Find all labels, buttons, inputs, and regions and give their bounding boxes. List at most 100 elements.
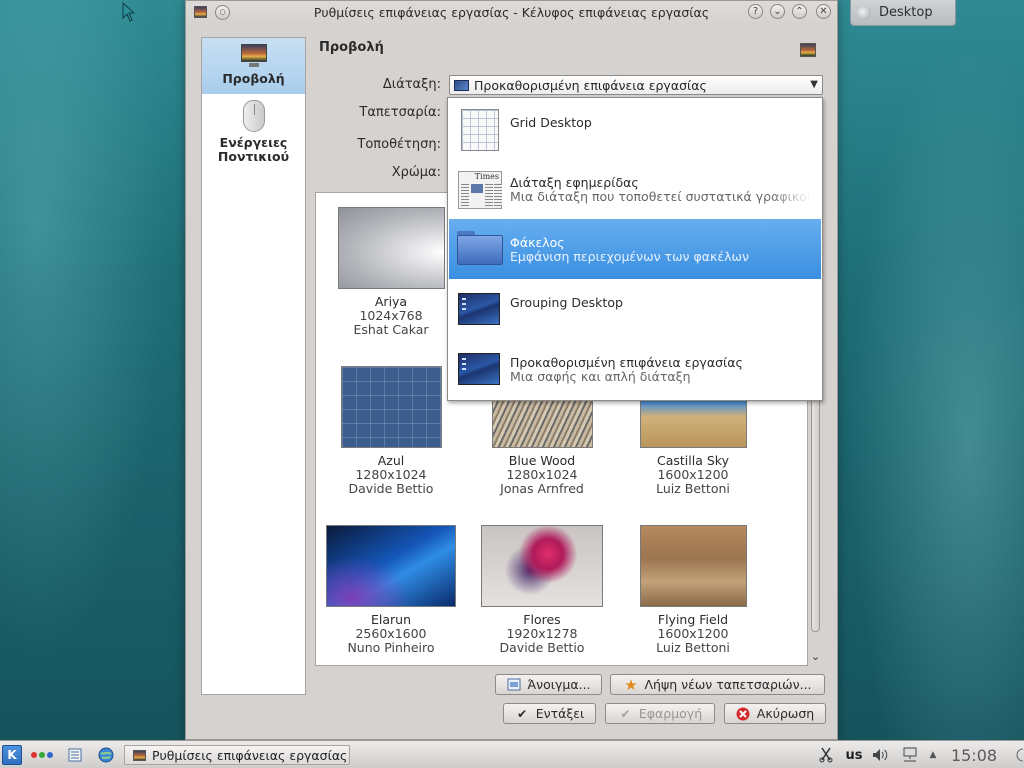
open-wallpaper-button[interactable]: Άνοιγμα... bbox=[495, 674, 602, 695]
open-button-label: Άνοιγμα... bbox=[527, 677, 591, 692]
wallpaper-name: Ariya bbox=[374, 294, 408, 309]
wallpaper-size: 2560x1600 bbox=[355, 626, 427, 641]
sidebar-item-label: Προβολή bbox=[222, 71, 285, 86]
option-title: Διάταξη εφημερίδας bbox=[510, 175, 639, 190]
newspaper-icon-text: Times bbox=[474, 172, 499, 181]
scissors-icon[interactable] bbox=[816, 745, 836, 765]
wallpaper-thumbnail bbox=[337, 207, 445, 289]
desktop-widget-icon bbox=[857, 5, 871, 20]
wallpaper-author: Jonas Arnfred bbox=[500, 481, 584, 496]
wallpaper-item-flores[interactable]: Flores 1920x1278 Davide Bettio bbox=[467, 525, 617, 655]
page-title: Προβολή bbox=[319, 40, 384, 55]
wallpaper-author: Luiz Bettoni bbox=[656, 640, 730, 655]
wallpaper-thumbnail bbox=[481, 525, 603, 607]
color-label: Χρώμα: bbox=[391, 165, 441, 180]
settings-sidebar: Προβολή Ενέργειες Ποντικιού bbox=[201, 37, 306, 695]
clock[interactable]: 15:08 bbox=[946, 745, 1002, 765]
task-app-icon bbox=[133, 749, 146, 761]
wallpaper-item-elarun[interactable]: Elarun 2560x1600 Nuno Pinheiro bbox=[316, 525, 466, 655]
wallpaper-thumbnail bbox=[340, 366, 442, 448]
window-app-icon[interactable] bbox=[194, 6, 207, 18]
option-description: Μια σαφής και απλή διάταξη bbox=[510, 369, 691, 384]
wallpaper-author: Nuno Pinheiro bbox=[347, 640, 435, 655]
option-title: Προκαθορισμένη επιφάνεια εργασίας bbox=[510, 355, 743, 370]
newspaper-icon: Times bbox=[458, 171, 502, 209]
monitor-icon bbox=[240, 44, 268, 68]
wallpaper-author: Davide Bettio bbox=[499, 640, 585, 655]
page-header-icon bbox=[800, 43, 816, 57]
tray-expand-icon[interactable]: ▲ bbox=[926, 745, 940, 765]
window-pin-button[interactable]: ○ bbox=[215, 5, 230, 20]
globe-icon[interactable] bbox=[96, 745, 116, 765]
layout-option-grouping-desktop[interactable]: Grouping Desktop bbox=[449, 279, 821, 339]
desktop-layout-icon bbox=[454, 79, 469, 91]
taskbar-window-item[interactable]: Ρυθμίσεις επιφάνειας εργασίας bbox=[124, 745, 350, 765]
ok-button[interactable]: ✔ Εντάξει bbox=[503, 703, 596, 724]
cancel-icon bbox=[736, 707, 751, 721]
window-title: Ρυθμίσεις επιφάνειας εργασίας - Κέλυφος … bbox=[313, 5, 710, 20]
cancel-button[interactable]: Ακύρωση bbox=[724, 703, 826, 724]
chevron-down-icon: ▼ bbox=[810, 79, 818, 90]
wallpaper-author: Davide Bettio bbox=[348, 481, 434, 496]
wallpaper-name: Azul bbox=[377, 453, 405, 468]
scroll-down-icon[interactable]: ⌄ bbox=[811, 650, 820, 663]
option-title: Grouping Desktop bbox=[510, 295, 623, 310]
grid-icon bbox=[461, 109, 499, 151]
layout-label: Διάταξη: bbox=[382, 77, 441, 92]
wallpaper-item-azul[interactable]: Azul 1280x1024 Davide Bettio bbox=[316, 366, 466, 496]
star-icon: ★ bbox=[624, 675, 638, 694]
blue-desktop-icon bbox=[458, 293, 500, 325]
window-help-button[interactable]: ? bbox=[748, 4, 763, 19]
wallpaper-thumbnail bbox=[326, 525, 456, 607]
desktop-folder-widget[interactable]: Desktop bbox=[850, 0, 956, 26]
wallpaper-thumbnail bbox=[639, 525, 747, 607]
checkmark-icon: ✔ bbox=[517, 706, 528, 721]
get-new-wallpapers-button[interactable]: ★ Λήψη νέων ταπετσαριών... bbox=[610, 674, 825, 695]
keyboard-layout-indicator[interactable]: us bbox=[842, 745, 866, 765]
layout-option-folder[interactable]: Φάκελος Εμφάνιση περιεχομένων των φακέλω… bbox=[449, 219, 821, 279]
activities-icon[interactable] bbox=[30, 745, 54, 765]
layout-option-newspaper[interactable]: Times Διάταξη εφημερίδας Μια διάταξη που… bbox=[449, 159, 821, 219]
wallpaper-size: 1024x768 bbox=[359, 308, 423, 323]
positioning-label: Τοποθέτηση: bbox=[357, 137, 441, 152]
panel-toolbox-icon[interactable] bbox=[1008, 745, 1024, 765]
layout-option-default-desktop[interactable]: Προκαθορισμένη επιφάνεια εργασίας Μια σα… bbox=[449, 339, 821, 399]
wallpaper-size: 1280x1024 bbox=[355, 467, 427, 482]
get-new-button-label: Λήψη νέων ταπετσαριών... bbox=[644, 677, 812, 692]
wallpaper-size: 1600x1200 bbox=[657, 467, 729, 482]
apply-button[interactable]: ✔ Εφαρμογή bbox=[605, 703, 715, 724]
option-description: Εμφάνιση περιεχομένων των φακέλων bbox=[510, 249, 749, 264]
wallpaper-name: Flying Field bbox=[657, 612, 729, 627]
sidebar-item-label: Ενέργειες Ποντικιού bbox=[217, 135, 290, 164]
window-minimize-button[interactable]: ⌄ bbox=[770, 4, 785, 19]
application-launcher-button[interactable]: K bbox=[2, 745, 22, 765]
option-title: Φάκελος bbox=[510, 235, 565, 250]
option-description: Μια διάταξη που τοποθετεί συστατικά γραφ… bbox=[510, 189, 812, 204]
pin-icon: ○ bbox=[219, 8, 226, 16]
window-close-button[interactable]: ✕ bbox=[816, 4, 831, 19]
layout-dropdown-list[interactable]: Grid Desktop Times Διάταξη εφημερίδας Μι… bbox=[447, 97, 823, 401]
task-manager-icon[interactable] bbox=[66, 745, 84, 765]
layout-select[interactable]: Προκαθορισμένη επιφάνεια εργασίας ▼ bbox=[449, 75, 823, 95]
mouse-icon bbox=[242, 100, 265, 132]
taskbar: K Ρυθμίσεις επιφάνειας εργασίας us ▲ 15:… bbox=[0, 740, 1024, 768]
wallpaper-item-flying-field[interactable]: Flying Field 1600x1200 Luiz Bettoni bbox=[618, 525, 768, 655]
network-icon[interactable] bbox=[898, 745, 922, 765]
folder-icon bbox=[457, 231, 503, 265]
wallpaper-author: Eshat Cakar bbox=[353, 322, 429, 337]
apply-button-label: Εφαρμογή bbox=[638, 706, 703, 721]
task-label: Ρυθμίσεις επιφάνειας εργασίας bbox=[152, 747, 348, 763]
mouse-pointer-icon bbox=[122, 2, 136, 22]
sidebar-item-mouse-actions[interactable]: Ενέργειες Ποντικιού bbox=[202, 98, 305, 164]
volume-icon[interactable] bbox=[870, 745, 892, 765]
cancel-button-label: Ακύρωση bbox=[756, 706, 815, 721]
scrollbar-handle[interactable] bbox=[811, 372, 820, 632]
wallpaper-size: 1600x1200 bbox=[657, 626, 729, 641]
wallpaper-item-ariya[interactable]: Ariya 1024x768 Eshat Cakar bbox=[316, 207, 466, 337]
layout-option-grid-desktop[interactable]: Grid Desktop bbox=[449, 99, 821, 159]
wallpaper-size: 1920x1278 bbox=[506, 626, 578, 641]
window-maximize-button[interactable]: ⌃ bbox=[792, 4, 807, 19]
sidebar-item-view[interactable]: Προβολή bbox=[202, 38, 305, 94]
window-titlebar[interactable]: ○ Ρυθμίσεις επιφάνειας εργασίας - Κέλυφο… bbox=[186, 1, 837, 25]
ok-button-label: Εντάξει bbox=[535, 706, 585, 721]
